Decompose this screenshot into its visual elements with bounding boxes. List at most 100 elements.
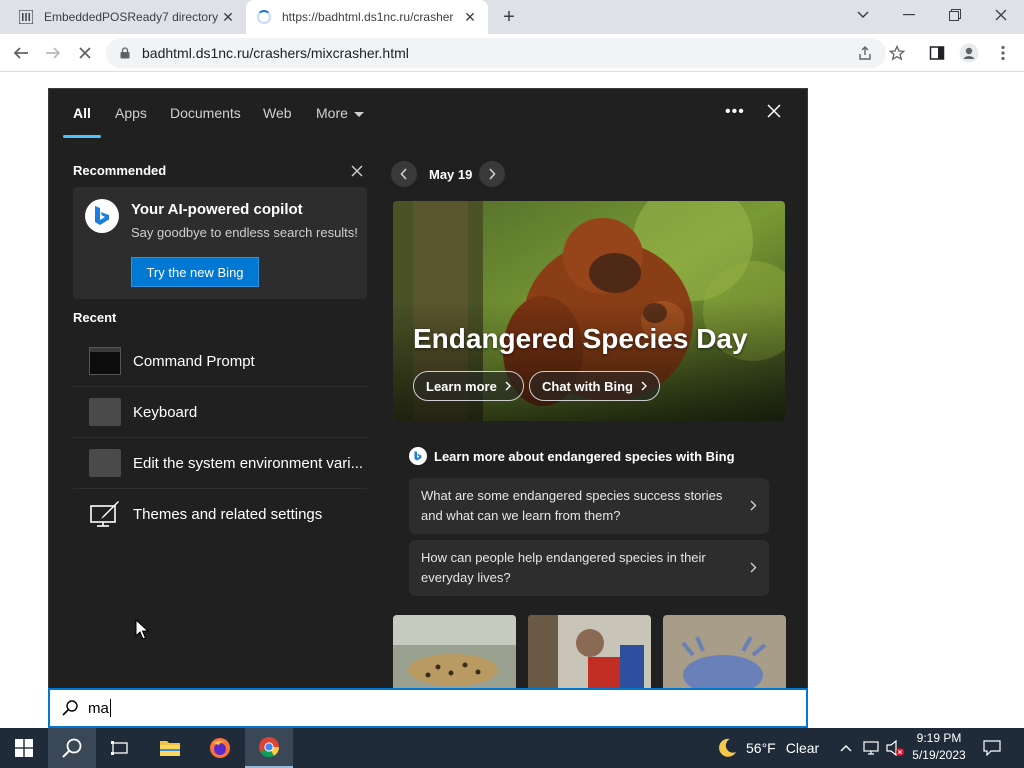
profile-avatar-icon[interactable] [958, 42, 980, 64]
start-button[interactable] [0, 728, 48, 768]
recent-item-label: Themes and related settings [133, 506, 323, 523]
volume-muted-icon[interactable] [884, 728, 906, 768]
lock-icon[interactable] [118, 46, 132, 60]
chat-with-bing-button[interactable]: Chat with Bing [529, 371, 660, 401]
notifications-icon[interactable] [980, 728, 1004, 768]
highlight-hero-card[interactable]: Endangered Species Day Learn more Chat w… [393, 201, 785, 421]
chevron-right-icon [505, 379, 511, 394]
recent-item-keyboard[interactable]: Keyboard [73, 387, 367, 438]
side-panel-icon[interactable] [926, 42, 948, 64]
new-tab-button[interactable]: + [498, 6, 520, 28]
try-new-bing-button[interactable]: Try the new Bing [131, 257, 259, 287]
clock-time: 9:19 PM [916, 731, 962, 745]
task-view-button[interactable] [96, 728, 144, 768]
search-filter-tabs: All Apps Documents Web More ••• [49, 89, 807, 139]
leopard-thumbnail[interactable] [393, 615, 516, 690]
share-icon[interactable] [854, 42, 876, 64]
taskbar: 56°F Clear 9:19 PM 5/19/2023 [0, 728, 1024, 768]
browser-toolbar: badhtml.ds1nc.ru/crashers/mixcrasher.htm… [0, 34, 1024, 72]
chevron-down-icon [353, 111, 364, 117]
close-panel-icon[interactable] [767, 101, 781, 124]
task-view-icon [111, 741, 128, 755]
minimize-icon[interactable] [886, 0, 932, 30]
kebab-menu-icon[interactable] [992, 42, 1014, 64]
windows-search-panel: All Apps Documents Web More ••• Recommen… [48, 88, 808, 728]
tab-more-label: More [316, 105, 348, 121]
close-window-icon[interactable] [978, 0, 1024, 30]
recent-item-environment-variables[interactable]: Edit the system environment vari... [73, 438, 367, 489]
tab-documents[interactable]: Documents [170, 105, 241, 121]
chrome-icon [259, 737, 280, 758]
learn-heading-text: Learn more about endangered species with… [434, 448, 735, 464]
chat-with-bing-label: Chat with Bing [542, 378, 633, 394]
themes-icon [89, 500, 121, 529]
recent-heading: Recent [73, 310, 117, 325]
tab-title: https://badhtml.ds1nc.ru/crasher [282, 10, 454, 24]
tab-embeddedposready7[interactable]: EmbeddedPOSReady7 directory | ✕ [8, 0, 246, 34]
firefox-button[interactable] [196, 728, 244, 768]
restore-icon[interactable] [932, 0, 978, 30]
search-icon [62, 738, 82, 758]
dismiss-recommended-icon[interactable] [351, 161, 363, 182]
recent-item-command-prompt[interactable]: Command Prompt [73, 336, 367, 387]
copilot-card-subtitle: Say goodbye to endless search results! [131, 225, 358, 240]
highlight-date: May 19 [429, 167, 473, 182]
chrome-button[interactable] [245, 728, 293, 768]
show-hidden-icons-chevron-icon[interactable] [836, 728, 856, 768]
learn-more-button[interactable]: Learn more [413, 371, 524, 401]
recommended-heading: Recommended [73, 163, 167, 178]
highlight-title: Endangered Species Day [413, 323, 748, 354]
firefox-icon [210, 738, 230, 758]
search-input[interactable]: ma [88, 700, 109, 717]
address-bar[interactable]: badhtml.ds1nc.ru/crashers/mixcrasher.htm… [106, 38, 886, 68]
loading-spinner-icon [256, 9, 272, 25]
next-day-button[interactable] [479, 161, 505, 187]
recent-item-themes[interactable]: Themes and related settings [73, 489, 367, 540]
search-icon [60, 698, 80, 718]
stop-loading-icon[interactable] [72, 40, 98, 66]
copilot-card-title: Your AI-powered copilot [131, 201, 303, 218]
bookmark-star-icon[interactable] [886, 42, 908, 64]
text-caret [109, 699, 111, 717]
command-prompt-icon [89, 347, 121, 375]
tab-apps[interactable]: Apps [115, 105, 147, 121]
tab-search-chevron-icon[interactable] [840, 0, 886, 30]
more-options-icon[interactable]: ••• [725, 103, 745, 121]
recent-item-label: Edit the system environment vari... [133, 454, 364, 472]
weather-condition: Clear [785, 740, 820, 756]
file-explorer-button[interactable] [146, 728, 194, 768]
forward-arrow-icon[interactable] [40, 40, 66, 66]
folder-icon [160, 741, 180, 756]
bing-logo-icon [409, 447, 427, 465]
weather-widget[interactable]: 56°F Clear [716, 728, 819, 768]
previous-day-button[interactable] [391, 161, 417, 187]
chevron-right-icon [750, 558, 757, 578]
question-text: What are some endangered species success… [421, 488, 723, 523]
tab-more[interactable]: More [316, 105, 364, 121]
back-arrow-icon[interactable] [8, 40, 34, 66]
control-panel-icon [89, 449, 121, 477]
network-icon[interactable] [860, 728, 882, 768]
windows-logo-icon [15, 739, 33, 757]
question-card[interactable]: How can people help endangered species i… [409, 540, 769, 596]
question-text: How can people help endangered species i… [421, 550, 706, 585]
url-text: badhtml.ds1nc.ru/crashers/mixcrasher.htm… [142, 45, 409, 61]
tab-web[interactable]: Web [263, 105, 292, 121]
person-thumbnail[interactable] [528, 615, 651, 690]
taskbar-search-button[interactable] [48, 728, 96, 768]
system-clock[interactable]: 9:19 PM 5/19/2023 [908, 730, 970, 764]
learn-more-label: Learn more [426, 378, 497, 394]
recent-item-label: Keyboard [133, 403, 198, 421]
axolotl-thumbnail[interactable] [663, 615, 786, 690]
active-tab-indicator [63, 135, 101, 138]
search-box[interactable]: ma [48, 688, 808, 728]
tab-all[interactable]: All [73, 105, 91, 121]
recent-item-label: Command Prompt [133, 352, 255, 370]
tab-badhtml[interactable]: https://badhtml.ds1nc.ru/crasher ✕ [246, 0, 488, 34]
question-card[interactable]: What are some endangered species success… [409, 478, 769, 534]
close-tab-icon[interactable]: ✕ [462, 9, 478, 25]
bing-logo-icon [85, 199, 119, 233]
chevron-right-icon [641, 379, 647, 394]
moon-icon [719, 738, 736, 757]
close-tab-icon[interactable]: ✕ [220, 9, 236, 25]
